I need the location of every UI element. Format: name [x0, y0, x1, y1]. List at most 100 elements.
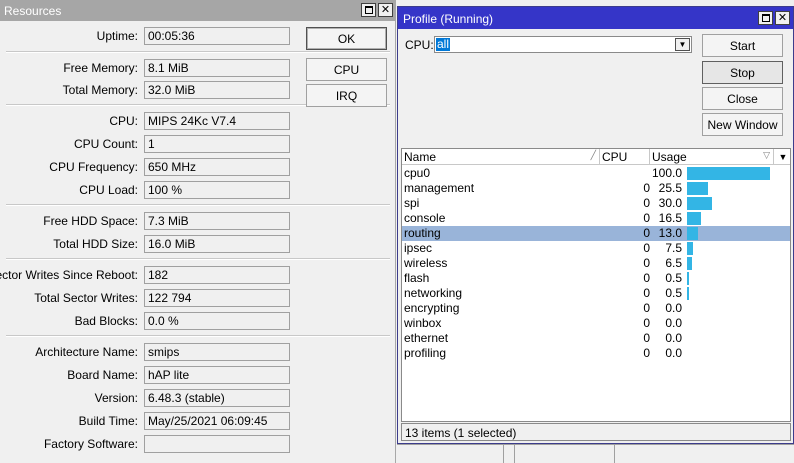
resources-titlebar[interactable]: Resources ✕: [0, 0, 396, 21]
stop-button[interactable]: Stop: [702, 61, 783, 84]
irq-button[interactable]: IRQ: [306, 84, 387, 107]
profile-close-button[interactable]: ✕: [775, 11, 790, 25]
maximize-button[interactable]: [361, 3, 376, 17]
resource-value[interactable]: MIPS 24Kc V7.4: [144, 112, 290, 130]
resource-row: Total Sector Writes: 122 794: [0, 287, 300, 310]
resource-row: Total Memory: 32.0 MiB: [0, 79, 300, 102]
resource-value[interactable]: 1: [144, 135, 290, 153]
section-separator: [6, 335, 390, 337]
row-cpu: 0: [643, 346, 650, 360]
resource-row: Total HDD Size: 16.0 MiB: [0, 233, 300, 256]
row-name: console: [404, 211, 446, 225]
resource-value[interactable]: [144, 435, 290, 453]
row-usage: 0.0: [665, 346, 682, 360]
usage-bar: [687, 257, 692, 270]
column-header-name[interactable]: Name ╱: [402, 149, 600, 165]
row-usage: 7.5: [665, 241, 682, 255]
row-name: ipsec: [404, 241, 433, 255]
resource-label: Uptime:: [96, 29, 138, 43]
column-cpu-label: CPU: [602, 150, 628, 164]
usage-bar: [687, 272, 689, 285]
resources-title: Resources: [4, 4, 62, 18]
row-cpu: 0: [643, 316, 650, 330]
resource-row: Free Memory: 8.1 MiB: [0, 57, 300, 80]
table-header: Name ╱ CPU Usage ▽ ▼: [402, 149, 790, 165]
usage-bar: [687, 242, 693, 255]
table-row[interactable]: flash 0 0.5: [402, 271, 790, 286]
row-name: networking: [404, 286, 463, 300]
dropdown-arrow-icon[interactable]: ▼: [675, 38, 690, 51]
table-row[interactable]: wireless 0 6.5: [402, 256, 790, 271]
resource-label: Factory Software:: [43, 437, 138, 451]
resource-label: Total Memory:: [62, 83, 138, 97]
resource-value[interactable]: 16.0 MiB: [144, 235, 290, 253]
resource-value[interactable]: 100 %: [144, 181, 290, 199]
table-row[interactable]: networking 0 0.5: [402, 286, 790, 301]
resource-value[interactable]: 182: [144, 266, 290, 284]
row-name: ethernet: [404, 331, 449, 345]
close-window-button[interactable]: Close: [702, 87, 783, 110]
row-cpu: 0: [643, 196, 650, 210]
background-divider: [503, 445, 504, 463]
resource-row: Bad Blocks: 0.0 %: [0, 310, 300, 333]
row-name: flash: [404, 271, 430, 285]
table-row[interactable]: encrypting 0 0.0: [402, 301, 790, 316]
row-usage: 0.0: [665, 316, 682, 330]
profile-titlebar[interactable]: Profile (Running) ✕: [398, 7, 793, 29]
resource-value[interactable]: 32.0 MiB: [144, 81, 290, 99]
resource-label: Architecture Name:: [35, 345, 138, 359]
resource-row: Uptime: 00:05:36: [0, 25, 300, 48]
table-row[interactable]: profiling 0 0.0: [402, 346, 790, 361]
resource-value[interactable]: hAP lite: [144, 366, 290, 384]
resource-label: CPU:: [109, 114, 138, 128]
column-header-usage[interactable]: Usage ▽: [650, 149, 774, 165]
row-name: encrypting: [404, 301, 460, 315]
resource-label: CPU Frequency:: [49, 160, 138, 174]
resource-value[interactable]: 0.0 %: [144, 312, 290, 330]
table-row[interactable]: spi 0 30.0: [402, 196, 790, 211]
resource-label: Total HDD Size:: [53, 237, 138, 251]
column-usage-label: Usage: [652, 150, 687, 164]
ok-button[interactable]: OK: [306, 27, 387, 50]
resource-label: Total Sector Writes:: [34, 291, 138, 305]
resource-row: Build Time: May/25/2021 06:09:45: [0, 410, 300, 433]
resource-value[interactable]: 122 794: [144, 289, 290, 307]
row-name: management: [404, 181, 475, 195]
row-name: spi: [404, 196, 420, 210]
usage-bar: [687, 167, 770, 180]
cpu-select[interactable]: all ▼: [434, 36, 692, 53]
close-button[interactable]: ✕: [378, 3, 393, 17]
profile-maximize-button[interactable]: [758, 11, 773, 25]
table-row[interactable]: cpu0 100.0: [402, 166, 790, 181]
resource-value[interactable]: smips: [144, 343, 290, 361]
resource-value[interactable]: 00:05:36: [144, 27, 290, 45]
resource-value[interactable]: 8.1 MiB: [144, 59, 290, 77]
resource-label: Free HDD Space:: [43, 214, 138, 228]
profile-title: Profile (Running): [403, 12, 494, 26]
resource-value[interactable]: 6.48.3 (stable): [144, 389, 290, 407]
table-row[interactable]: routing 0 13.0: [402, 226, 790, 241]
row-name: profiling: [404, 346, 447, 360]
row-cpu: 0: [643, 211, 650, 225]
row-usage: 0.0: [665, 331, 682, 345]
table-row[interactable]: console 0 16.5: [402, 211, 790, 226]
resource-value[interactable]: 650 MHz: [144, 158, 290, 176]
row-cpu: 0: [643, 181, 650, 195]
start-button[interactable]: Start: [702, 34, 783, 57]
column-header-cpu[interactable]: CPU: [600, 149, 650, 165]
table-row[interactable]: management 0 25.5: [402, 181, 790, 196]
table-row[interactable]: ipsec 0 7.5: [402, 241, 790, 256]
row-usage: 0.0: [665, 301, 682, 315]
resource-value[interactable]: May/25/2021 06:09:45: [144, 412, 290, 430]
new-window-button[interactable]: New Window: [702, 113, 783, 136]
table-status-bar: 13 items (1 selected): [401, 423, 791, 441]
resource-value[interactable]: 7.3 MiB: [144, 212, 290, 230]
cpu-button[interactable]: CPU: [306, 58, 387, 81]
row-usage: 0.5: [665, 271, 682, 285]
column-menu-dropdown[interactable]: ▼: [774, 149, 790, 165]
table-row[interactable]: winbox 0 0.0: [402, 316, 790, 331]
resources-window: Resources ✕ Uptime: 00:05:36 Free Memory: 8…: [0, 0, 396, 463]
row-usage: 30.0: [658, 196, 682, 210]
table-row[interactable]: ethernet 0 0.0: [402, 331, 790, 346]
section-separator: [6, 204, 390, 206]
